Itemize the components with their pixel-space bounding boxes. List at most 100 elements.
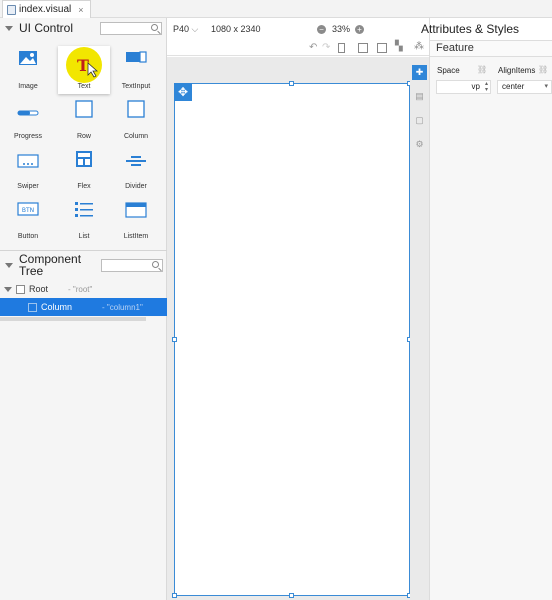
- space-label: Space: [437, 66, 460, 75]
- tree-node-id: - "column1": [102, 302, 143, 312]
- component-column[interactable]: Column: [110, 96, 162, 144]
- ui-control-title: UI Control: [19, 21, 74, 35]
- component-tree-title: Component Tree: [19, 253, 81, 277]
- component-listitem[interactable]: ListItem: [110, 196, 162, 244]
- component-label: Image: [18, 83, 38, 90]
- tree-node-name: Column: [41, 302, 73, 312]
- tree-node-name: Root: [29, 284, 49, 294]
- style-icon[interactable]: ▤: [412, 89, 427, 104]
- resize-handle-bottom-left[interactable]: [172, 593, 177, 598]
- link-icon[interactable]: ⛓: [538, 65, 548, 74]
- settings-icon[interactable]: ⚙: [412, 137, 427, 152]
- close-icon[interactable]: ×: [78, 5, 83, 15]
- feature-section-header[interactable]: Feature: [430, 40, 552, 57]
- svg-text:T: T: [77, 56, 89, 75]
- tree-node-id: - "root": [68, 284, 93, 294]
- component-label: Flex: [77, 183, 91, 190]
- device-preview-icon[interactable]: [338, 43, 345, 53]
- component-label: Divider: [125, 183, 147, 190]
- component-swiper[interactable]: Swiper: [2, 146, 54, 194]
- alignitems-value: center: [502, 82, 525, 91]
- collapse-caret-icon[interactable]: [5, 25, 13, 31]
- component-button[interactable]: BTN Button: [2, 196, 54, 244]
- alignitems-select[interactable]: center ▾: [497, 80, 552, 94]
- alignitems-label: AlignItems: [498, 66, 536, 75]
- textinput-icon: [126, 51, 147, 63]
- attributes-panel: Attributes & Styles Feature Space ⛓ vp ▴…: [421, 18, 552, 600]
- stepper-icon[interactable]: ▴ ▾: [485, 81, 488, 93]
- row-icon: [75, 100, 93, 118]
- component-label: ListItem: [123, 233, 149, 240]
- tree-node-column[interactable]: Column - "column1": [0, 298, 167, 316]
- flex-icon: [76, 151, 92, 167]
- component-tree-search-input[interactable]: [101, 259, 163, 272]
- progress-icon: [17, 110, 39, 116]
- component-tree-divider: [0, 250, 167, 251]
- layout-grid-icon[interactable]: ▚: [395, 41, 403, 52]
- editor-tab-bar: index.visual ×: [0, 0, 552, 18]
- device-frame-column[interactable]: [174, 83, 410, 596]
- tab-title: index.visual: [19, 4, 72, 15]
- component-divider[interactable]: Divider: [110, 146, 162, 194]
- swiper-icon: [17, 154, 39, 168]
- zoom-in-button[interactable]: +: [355, 25, 364, 34]
- component-list[interactable]: List: [58, 196, 110, 244]
- component-label: Column: [123, 133, 149, 140]
- chevron-down-icon: ▾: [544, 83, 548, 90]
- component-label: Progress: [13, 133, 42, 140]
- divider-icon: [126, 156, 146, 166]
- component-label: List: [78, 233, 90, 240]
- collapse-caret-icon[interactable]: [5, 262, 13, 268]
- text-icon: T: [66, 47, 102, 83]
- listitem-icon: [125, 202, 147, 218]
- toggle-checkbox-icon[interactable]: [377, 43, 387, 53]
- component-progress[interactable]: Progress: [2, 96, 54, 144]
- search-icon: [152, 261, 159, 268]
- column-icon: [127, 100, 145, 118]
- attributes-title: Attributes & Styles: [421, 18, 552, 40]
- node-icon: [16, 284, 25, 294]
- component-label: Swiper: [17, 183, 39, 190]
- component-link-icon[interactable]: ⁂: [414, 41, 424, 52]
- component-text[interactable]: T Text: [58, 46, 110, 94]
- fit-canvas-icon[interactable]: [358, 43, 368, 53]
- button-icon: BTN: [17, 202, 39, 216]
- move-icon[interactable]: ✥: [174, 83, 192, 101]
- redo-icon[interactable]: ↷: [322, 42, 330, 53]
- component-tree-title-line2: Tree: [19, 264, 44, 278]
- zoom-out-button[interactable]: −: [317, 25, 326, 34]
- resize-handle-bottom[interactable]: [289, 593, 294, 598]
- attributes-title-text: Attributes & Styles: [421, 22, 520, 36]
- property-icon-strip: ✚ ▤ ▢ ⚙: [410, 57, 429, 600]
- component-label: Button: [17, 233, 39, 240]
- undo-icon[interactable]: ↶: [309, 42, 317, 53]
- tree-node-root[interactable]: Root - "root": [0, 280, 167, 298]
- component-label: TextInput: [121, 83, 151, 90]
- device-name: P40: [173, 24, 190, 34]
- component-row[interactable]: Row: [58, 96, 110, 144]
- tree-scrollbar[interactable]: [0, 317, 146, 321]
- component-label: Row: [76, 133, 91, 140]
- button-icon-text: BTN: [22, 207, 34, 214]
- resize-handle-top[interactable]: [289, 81, 294, 86]
- tab-index-visual[interactable]: index.visual ×: [2, 0, 91, 18]
- list-icon: [75, 202, 93, 217]
- expand-caret-icon[interactable]: [4, 286, 12, 292]
- attributes-icon[interactable]: ✚: [412, 65, 427, 80]
- component-image[interactable]: Image: [2, 46, 54, 94]
- component-flex[interactable]: Flex: [58, 146, 110, 194]
- left-panel: UI Control Image T Text TextInput Progre…: [0, 18, 167, 600]
- resize-handle-left[interactable]: [172, 337, 177, 342]
- ui-control-search-input[interactable]: [100, 22, 162, 35]
- component-textinput[interactable]: TextInput: [110, 46, 162, 94]
- space-input[interactable]: vp ▴ ▾: [436, 80, 491, 94]
- image-icon: [19, 51, 37, 65]
- resolution-label: 1080 x 2340: [211, 24, 261, 34]
- search-icon: [151, 24, 158, 31]
- device-select[interactable]: P40 ⌵: [173, 24, 198, 35]
- space-unit: vp: [471, 82, 480, 91]
- canvas-action-bar: ↶ ↷ ▚ ⁂: [167, 40, 429, 56]
- chevron-down-icon: ⌵: [191, 24, 199, 34]
- layout-icon[interactable]: ▢: [412, 113, 427, 128]
- link-icon[interactable]: ⛓: [477, 65, 487, 74]
